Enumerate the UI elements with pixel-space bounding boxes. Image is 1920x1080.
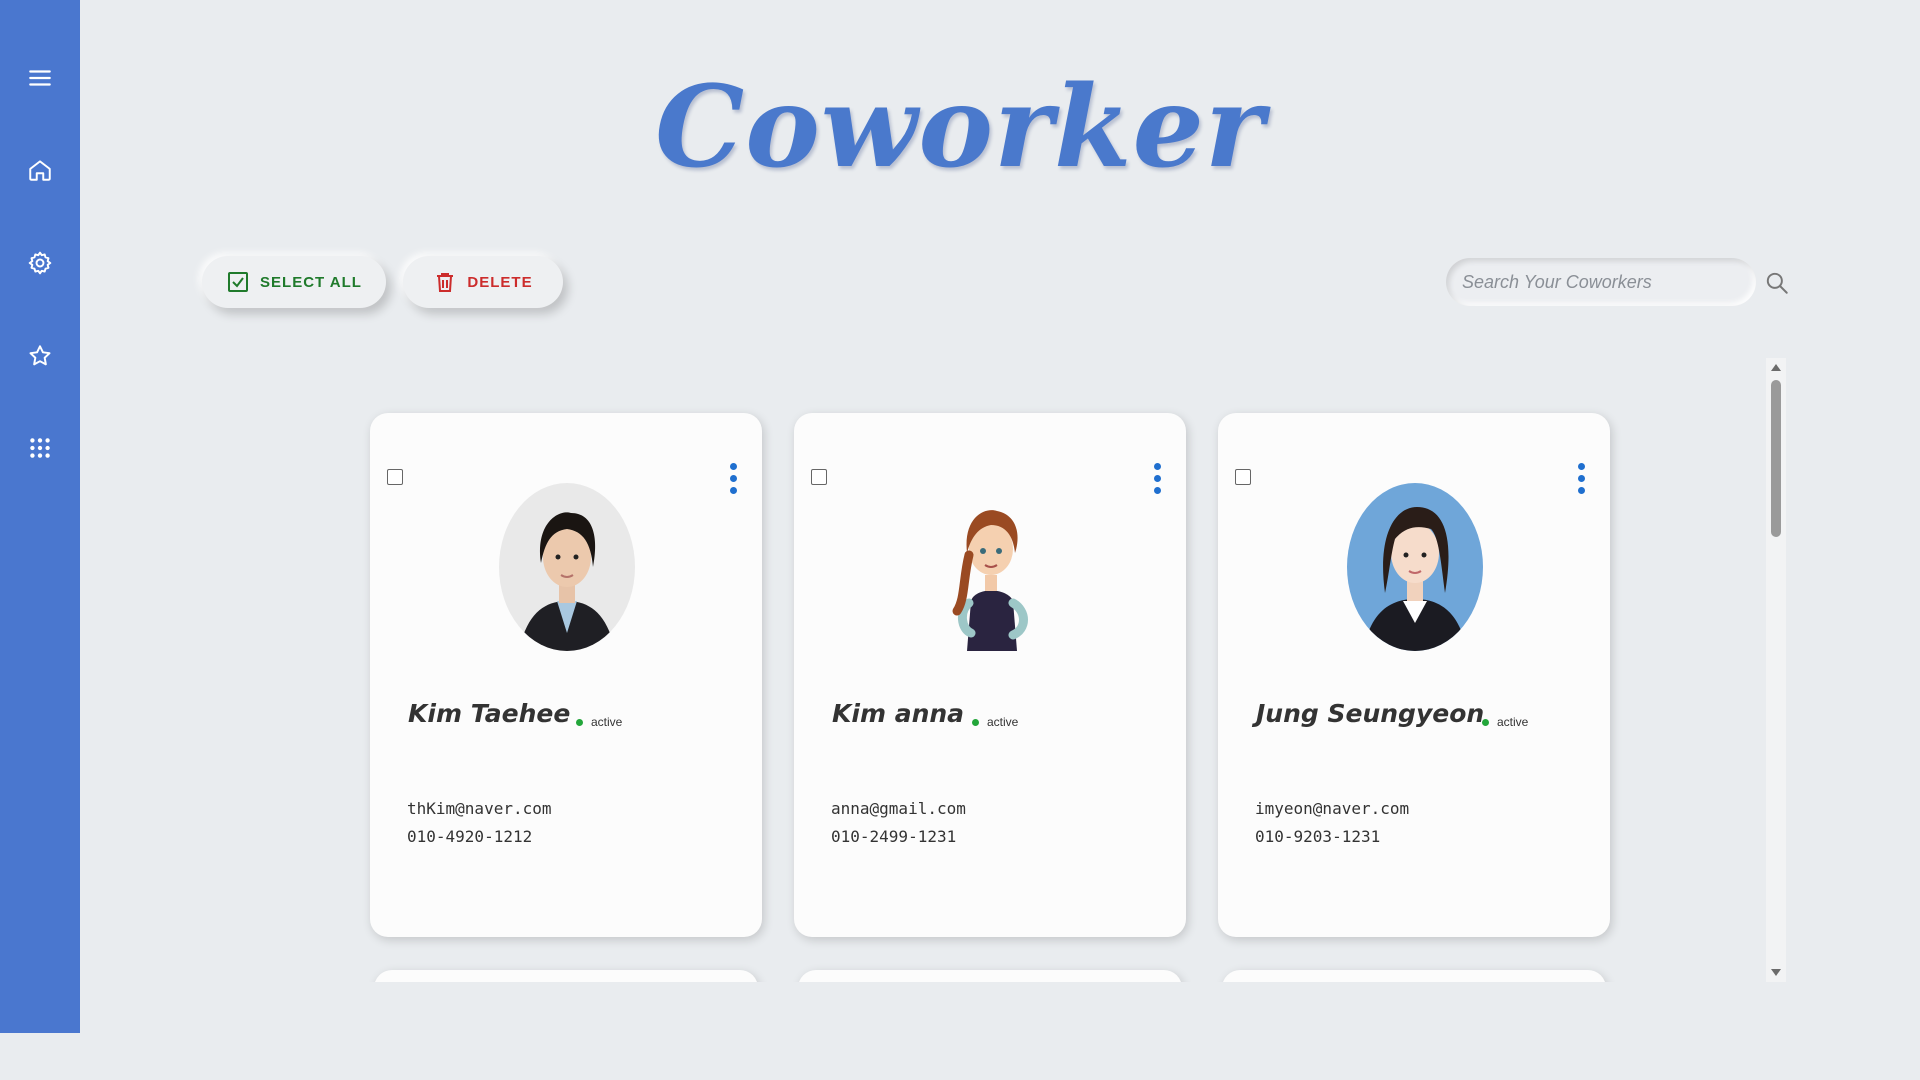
grid-icon[interactable] [24,432,56,464]
avatar [499,483,635,651]
coworker-card: Kim Taehee active thKim@naver.com 010-49… [370,413,762,937]
status-badge: active [972,715,1018,729]
coworker-email: thKim@naver.com [407,799,552,818]
select-all-button[interactable]: SELECT ALL [202,256,386,308]
coworker-phone: 010-2499-1231 [831,827,957,846]
scroll-up-arrow-icon[interactable] [1771,364,1781,371]
status-text: active [591,715,623,729]
card-checkbox[interactable] [1235,469,1251,485]
coworker-name: Jung Seungyeon [1256,699,1485,728]
delete-label: DELETE [467,273,533,291]
scrollbar[interactable] [1766,358,1786,982]
coworker-card-partial [374,970,758,982]
scroll-down-arrow-icon[interactable] [1771,969,1781,976]
star-icon[interactable] [24,340,56,372]
status-badge: active [576,715,622,729]
status-text: active [987,715,1019,729]
checkbox-checked-icon [228,272,249,292]
gear-icon[interactable] [24,247,56,279]
select-all-label: SELECT ALL [260,273,362,291]
coworker-list: Kim Taehee active thKim@naver.com 010-49… [360,358,1790,982]
more-vertical-icon[interactable] [1152,463,1162,499]
search-icon[interactable] [1764,270,1790,296]
coworker-card-partial [798,970,1182,982]
coworker-card: Jung Seungyeon active imyeon@naver.com 0… [1218,413,1610,937]
avatar [1347,483,1483,651]
status-dot [576,718,583,726]
coworker-email: imyeon@naver.com [1255,799,1410,818]
avatar [923,483,1059,651]
status-dot [1482,718,1489,726]
coworker-phone: 010-9203-1231 [1255,827,1381,846]
search-input[interactable] [1446,258,1756,306]
more-vertical-icon[interactable] [728,463,738,499]
status-badge: active [1482,715,1528,729]
more-vertical-icon[interactable] [1576,463,1586,499]
card-checkbox[interactable] [811,469,827,485]
coworker-card: Kim anna active anna@gmail.com 010-2499-… [794,413,1186,937]
coworker-phone: 010-4920-1212 [407,827,533,846]
coworker-name: Kim anna [832,699,965,728]
scroll-thumb[interactable] [1771,380,1781,537]
card-checkbox[interactable] [387,469,403,485]
status-dot [972,718,979,726]
coworker-name: Kim Taehee [408,699,571,728]
coworker-card-partial [1222,970,1606,982]
status-text: active [1497,715,1529,729]
coworker-email: anna@gmail.com [831,799,966,818]
page-title: Coworker [655,62,1265,193]
delete-button[interactable]: DELETE [403,256,563,308]
trash-icon [437,273,454,292]
